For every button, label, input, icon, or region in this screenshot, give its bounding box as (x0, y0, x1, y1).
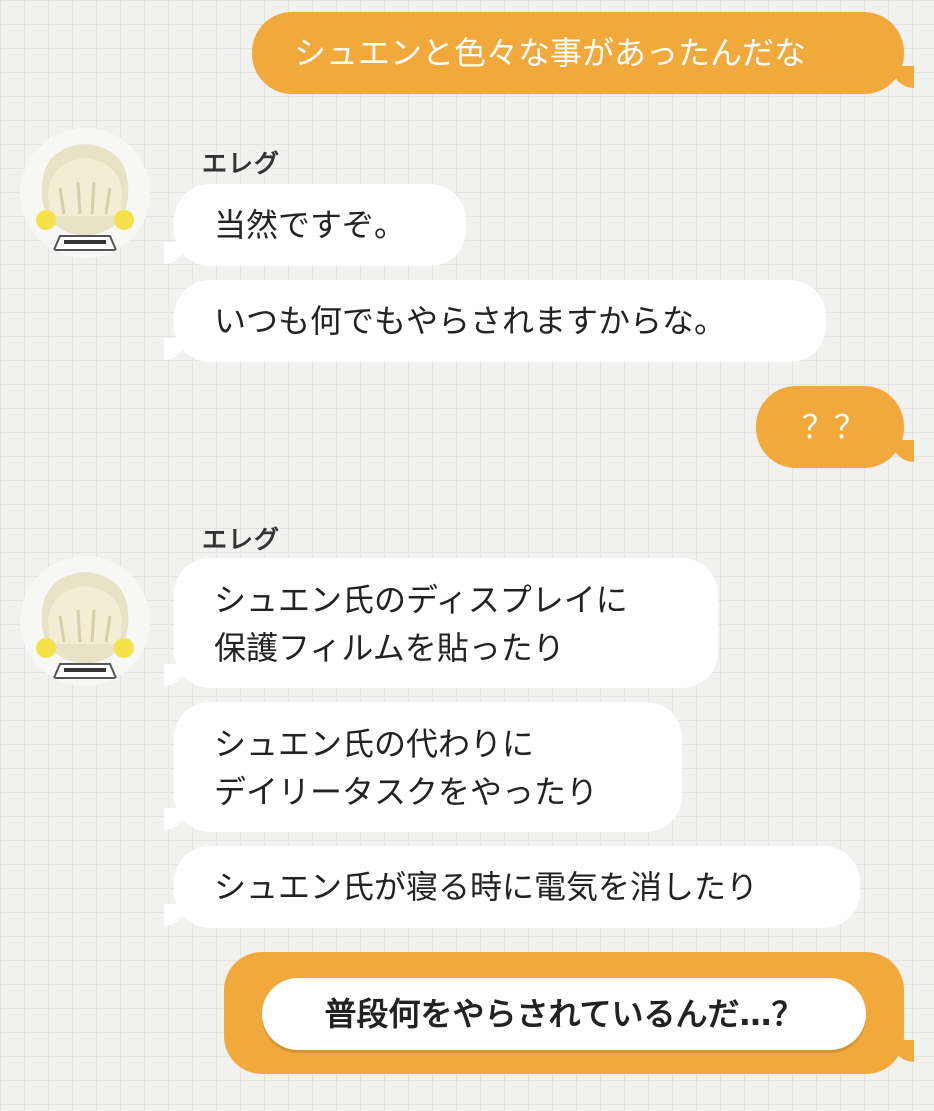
avatar (20, 556, 150, 686)
message-text: いつも何でもやらされますからな。 (214, 302, 727, 340)
bubble-tail (164, 904, 186, 926)
sender-name: エレグ (202, 525, 281, 554)
bubble-tail (892, 66, 914, 88)
outgoing-message: ？？ (756, 386, 904, 468)
message-text: 当然ですぞ。 (214, 206, 407, 244)
incoming-message: いつも何でもやらされますからな。 (174, 280, 826, 362)
incoming-message: シュエン氏が寝る時に電気を消したり (174, 846, 860, 928)
character-avatar-icon (36, 572, 134, 679)
message-text-line: シュエン氏のディスプレイに (214, 581, 628, 619)
reply-choice-button[interactable]: 普段何をやらされているんだ…？ (262, 978, 866, 1050)
avatar (20, 128, 150, 258)
incoming-message: シュエン氏のディスプレイに 保護フィルムを貼ったり (174, 558, 718, 688)
message-text-line: デイリータスクをやったり (214, 773, 599, 811)
message-text-line: 保護フィルムを貼ったり (214, 629, 565, 667)
message-text: ？？ (802, 408, 867, 446)
bubble-tail (164, 664, 186, 686)
incoming-message: 当然ですぞ。 (174, 184, 466, 266)
reply-choice-panel: 普段何をやらされているんだ…？ (224, 952, 904, 1074)
bubble-tail (892, 440, 914, 462)
bubble-tail (164, 808, 186, 830)
character-avatar-icon (36, 144, 134, 251)
message-text-line: シュエン氏の代わりに (214, 725, 535, 763)
incoming-message: シュエン氏の代わりに デイリータスクをやったり (174, 702, 682, 832)
bubble-tail (164, 242, 186, 264)
sender-name: エレグ (202, 149, 281, 178)
message-text: シュエン氏が寝る時に電気を消したり (214, 868, 759, 906)
bubble-tail (164, 338, 186, 360)
outgoing-message: シュエンと色々な事があったんだな (252, 12, 904, 94)
message-text: シュエンと色々な事があったんだな (294, 34, 807, 72)
